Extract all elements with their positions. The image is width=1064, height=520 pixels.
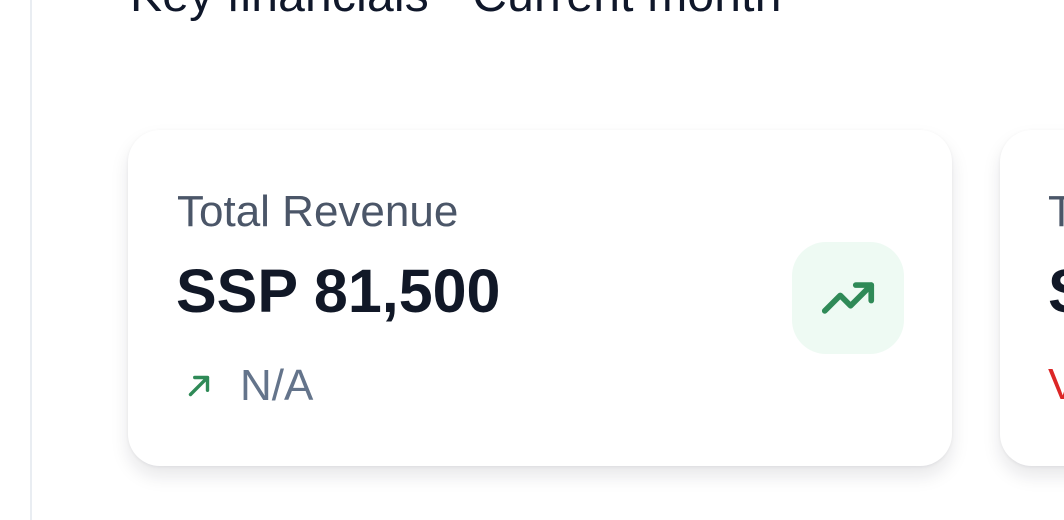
main-content: Key financials - Current month Total Rev… xyxy=(32,0,1064,520)
trending-up-icon xyxy=(821,282,875,314)
card-label: T xyxy=(1048,187,1064,236)
card-label: Total Revenue xyxy=(177,187,459,236)
sidebar-edge xyxy=(0,0,32,520)
app-root: Key financials - Current month Total Rev… xyxy=(0,0,1064,520)
secondary-metric-card[interactable]: T S V xyxy=(1000,130,1064,466)
trend-text: V xyxy=(1048,360,1064,409)
trend-text: N/A xyxy=(240,361,314,410)
arrow-up-right-icon xyxy=(188,375,210,397)
trend-indicator: N/A xyxy=(182,358,313,414)
card-value: SSP 81,500 xyxy=(176,257,501,325)
trend-badge xyxy=(792,242,904,354)
section-title: Key financials - Current month xyxy=(130,0,782,26)
total-revenue-card[interactable]: Total Revenue SSP 81,500 N/A xyxy=(128,130,952,466)
card-value: S xyxy=(1048,255,1064,327)
